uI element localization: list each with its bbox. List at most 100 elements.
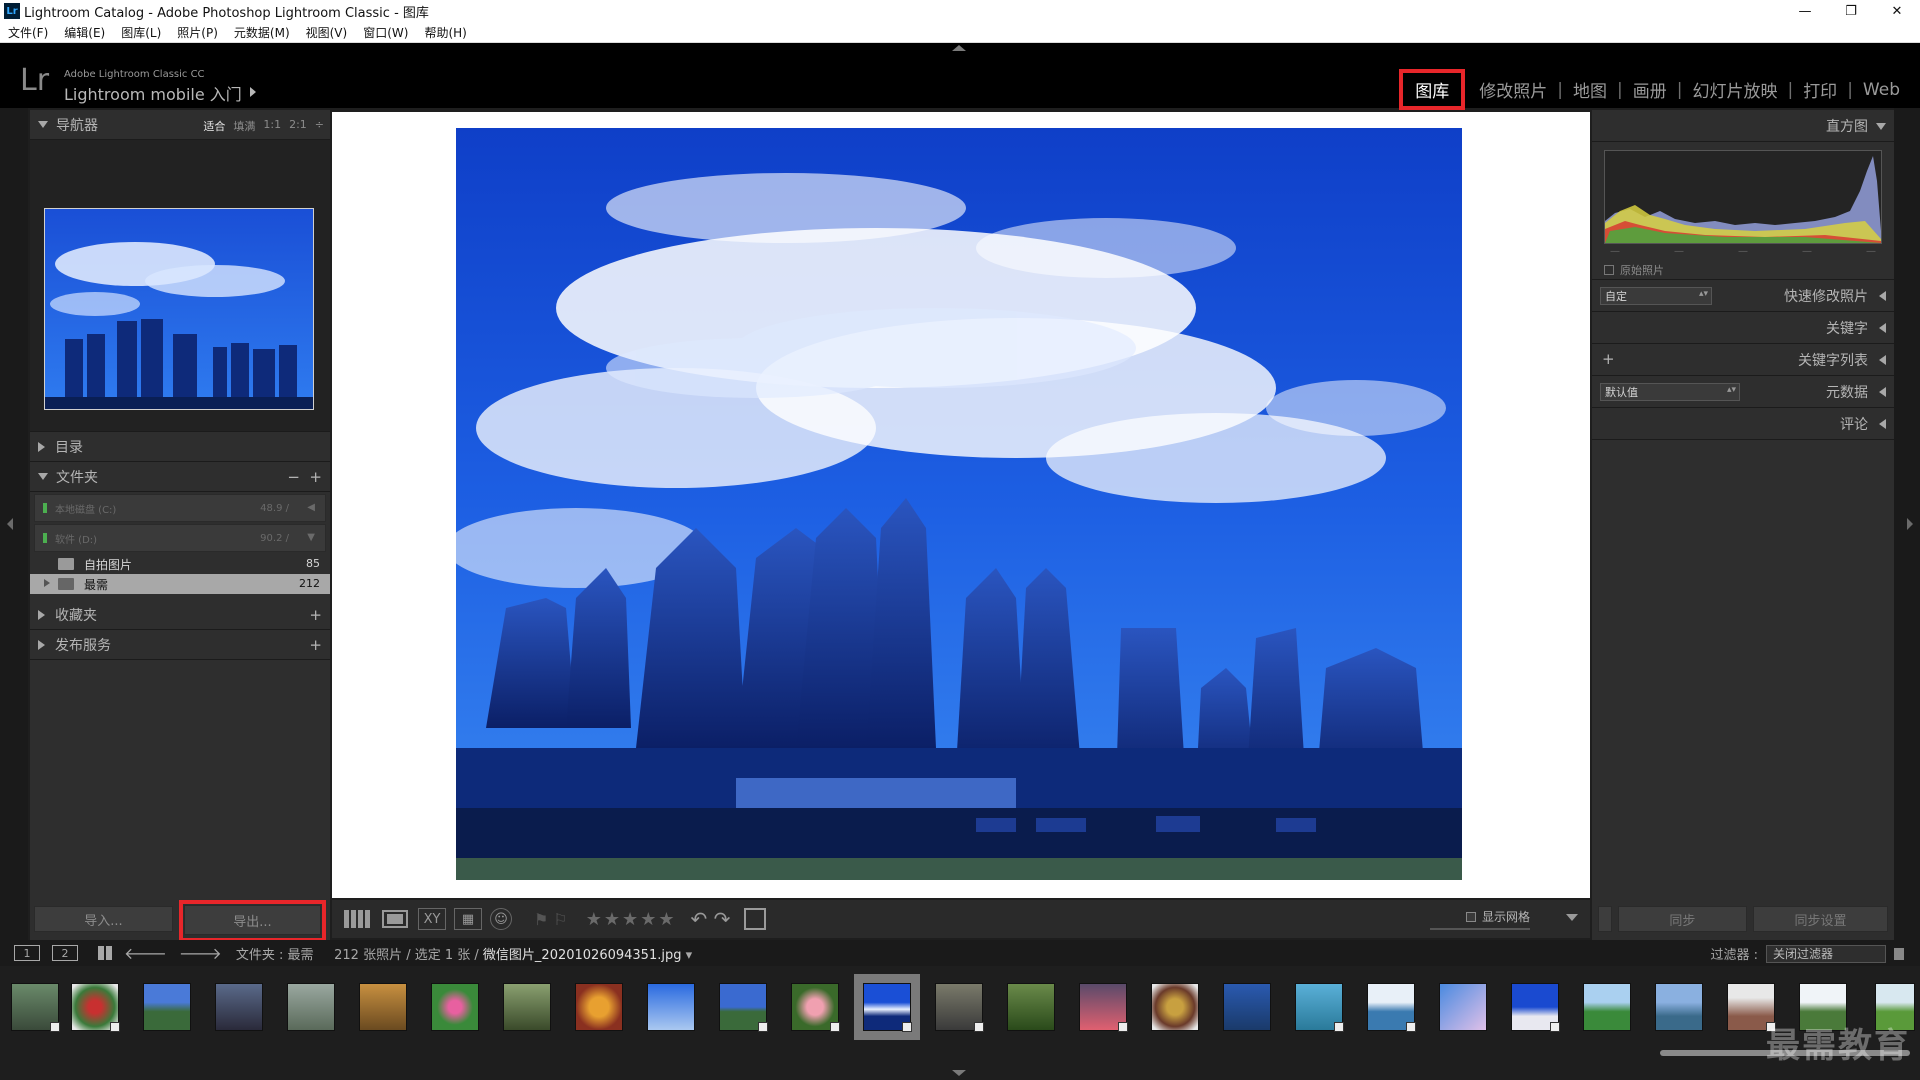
zoom-fit[interactable]: 适合 (203, 118, 225, 134)
import-button[interactable]: 导入... (34, 906, 173, 932)
sync-switch[interactable] (1598, 906, 1612, 932)
forward-arrow-icon[interactable]: 🡒 (179, 943, 222, 963)
menu-edit[interactable]: 编辑(E) (56, 24, 113, 41)
filmstrip-thumb[interactable] (1070, 974, 1136, 1040)
main-photo[interactable] (456, 128, 1462, 880)
file-dropdown-icon[interactable]: ▾ (686, 948, 693, 963)
add-collection-button[interactable]: + (309, 606, 322, 624)
zoom-1-1[interactable]: 1:1 (263, 118, 281, 134)
grid-icon[interactable] (98, 946, 112, 960)
collections-header[interactable]: 收藏夹 + (30, 600, 330, 630)
add-folder-button[interactable]: + (309, 468, 322, 486)
back-arrow-icon[interactable]: 🡐 (124, 943, 167, 963)
filter-select[interactable]: 关闭过滤器 (1766, 944, 1886, 963)
minimize-button[interactable]: — (1782, 0, 1828, 22)
bottom-panel-toggle-icon[interactable] (952, 1070, 966, 1076)
left-collapse-arrow-icon[interactable] (7, 518, 13, 530)
metadata-header[interactable]: 默认值 ▴▾ 元数据 (1592, 376, 1894, 408)
menu-library[interactable]: 图库(L) (113, 24, 169, 41)
filmstrip-thumb[interactable] (1574, 974, 1640, 1040)
original-photo-toggle[interactable]: 原始照片 (1604, 262, 1664, 278)
crop-overlay-icon[interactable] (744, 908, 767, 930)
zoom-more[interactable]: ÷ (315, 118, 324, 134)
filmstrip-thumb[interactable] (1430, 974, 1496, 1040)
module-book[interactable]: 画册 (1623, 77, 1677, 102)
menu-view[interactable]: 视图(V) (298, 24, 356, 41)
filmstrip-thumb[interactable] (134, 974, 200, 1040)
filmstrip-thumb[interactable] (494, 974, 560, 1040)
filmstrip-thumb[interactable] (710, 974, 776, 1040)
add-publish-button[interactable]: + (309, 636, 322, 654)
module-develop[interactable]: 修改照片 (1469, 77, 1557, 102)
filmstrip-thumb[interactable] (2, 974, 68, 1040)
filmstrip-thumb[interactable] (278, 974, 344, 1040)
filmstrip-source[interactable]: 文件夹 : 最需 212 张照片 / 选定 1 张 / 微信图片_2020102… (236, 944, 692, 963)
filmstrip-thumb[interactable] (1502, 974, 1568, 1040)
module-print[interactable]: 打印 (1793, 77, 1847, 102)
zoom-fill[interactable]: 填满 (233, 118, 255, 134)
menu-window[interactable]: 窗口(W) (355, 24, 416, 41)
metadata-preset-select[interactable]: 默认值 ▴▾ (1600, 383, 1740, 401)
folder-item[interactable]: 自拍图片 85 (30, 554, 330, 574)
play-arrow-icon[interactable] (250, 87, 256, 97)
filmstrip-thumb[interactable] (1214, 974, 1280, 1040)
close-button[interactable]: ✕ (1874, 0, 1920, 22)
survey-view-icon[interactable]: ▦ (454, 908, 482, 930)
add-keyword-button[interactable]: + (1602, 350, 1615, 368)
quick-develop-header[interactable]: 自定 ▴▾ 快速修改照片 (1592, 280, 1894, 312)
module-library[interactable]: 图库 (1399, 69, 1466, 110)
menu-metadata[interactable]: 元数据(M) (226, 24, 298, 41)
filmstrip-thumb[interactable] (1646, 974, 1712, 1040)
folders-header[interactable]: 文件夹 − + (30, 462, 330, 492)
filmstrip-thumb[interactable] (566, 974, 632, 1040)
volume-row[interactable]: 软件 (D:) 90.2 / ▼ (34, 524, 326, 552)
menu-file[interactable]: 文件(F) (0, 24, 56, 41)
filmstrip-thumb[interactable] (782, 974, 848, 1040)
filmstrip-thumb[interactable] (206, 974, 272, 1040)
filmstrip-thumb[interactable] (638, 974, 704, 1040)
mobile-getting-started[interactable]: Lightroom mobile 入门 (64, 81, 242, 105)
histogram-header[interactable]: 直方图 (1592, 110, 1894, 142)
volume-row[interactable]: 本地磁盘 (C:) 48.9 / ◀ (34, 494, 326, 522)
keywording-header[interactable]: 关键字 (1592, 312, 1894, 344)
left-panel-edge[interactable] (0, 108, 28, 940)
show-grid-toggle[interactable]: 显示网格 (1465, 908, 1530, 925)
grid-checkbox[interactable] (1465, 911, 1476, 922)
right-collapse-arrow-icon[interactable] (1907, 518, 1913, 530)
compare-view-icon[interactable]: XY (418, 908, 446, 930)
toolbar-menu-chevron-down-icon[interactable] (1566, 914, 1578, 921)
original-photo-checkbox[interactable] (1604, 265, 1614, 275)
secondary-window-button[interactable]: 2 (52, 945, 78, 961)
volume-arrow-icon[interactable]: ◀ (307, 502, 315, 513)
keyword-list-header[interactable]: + 关键字列表 (1592, 344, 1894, 376)
export-button[interactable]: 导出... (184, 905, 321, 935)
filmstrip-thumb-selected[interactable] (854, 974, 920, 1040)
grid-size-slider[interactable] (1430, 928, 1530, 930)
filter-lock-icon[interactable] (1894, 947, 1904, 960)
remove-folder-button[interactable]: − (287, 468, 300, 486)
quick-develop-preset-select[interactable]: 自定 ▴▾ (1600, 287, 1712, 305)
catalog-header[interactable]: 目录 (30, 432, 330, 462)
comments-header[interactable]: 评论 (1592, 408, 1894, 440)
sync-settings-button[interactable]: 同步设置 (1752, 906, 1888, 932)
filmstrip-thumb[interactable] (62, 974, 128, 1040)
navigator-header[interactable]: 导航器 适合 填满 1:1 2:1 ÷ (30, 110, 330, 140)
folder-item-selected[interactable]: 最需 212 (30, 574, 330, 594)
filmstrip-thumb[interactable] (422, 974, 488, 1040)
restore-button[interactable]: ❐ (1828, 0, 1874, 22)
filmstrip-thumb[interactable] (1358, 974, 1424, 1040)
rotate-icons[interactable]: ↶ ↷ (690, 907, 730, 931)
publish-services-header[interactable]: 发布服务 + (30, 630, 330, 660)
filmstrip-thumb[interactable] (1286, 974, 1352, 1040)
right-panel-edge[interactable] (1894, 108, 1920, 940)
filmstrip-thumb[interactable] (350, 974, 416, 1040)
filmstrip-thumb[interactable] (926, 974, 992, 1040)
flag-icons[interactable]: ⚑ ⚐ (534, 910, 568, 929)
zoom-2-1[interactable]: 2:1 (289, 118, 307, 134)
module-map[interactable]: 地图 (1563, 77, 1617, 102)
star-rating[interactable]: ★★★★★ (586, 909, 677, 930)
primary-window-button[interactable]: 1 (14, 945, 40, 961)
loupe-view-icon[interactable] (380, 908, 410, 930)
disclosure-icon[interactable] (44, 579, 50, 587)
menu-photo[interactable]: 照片(P) (169, 24, 226, 41)
